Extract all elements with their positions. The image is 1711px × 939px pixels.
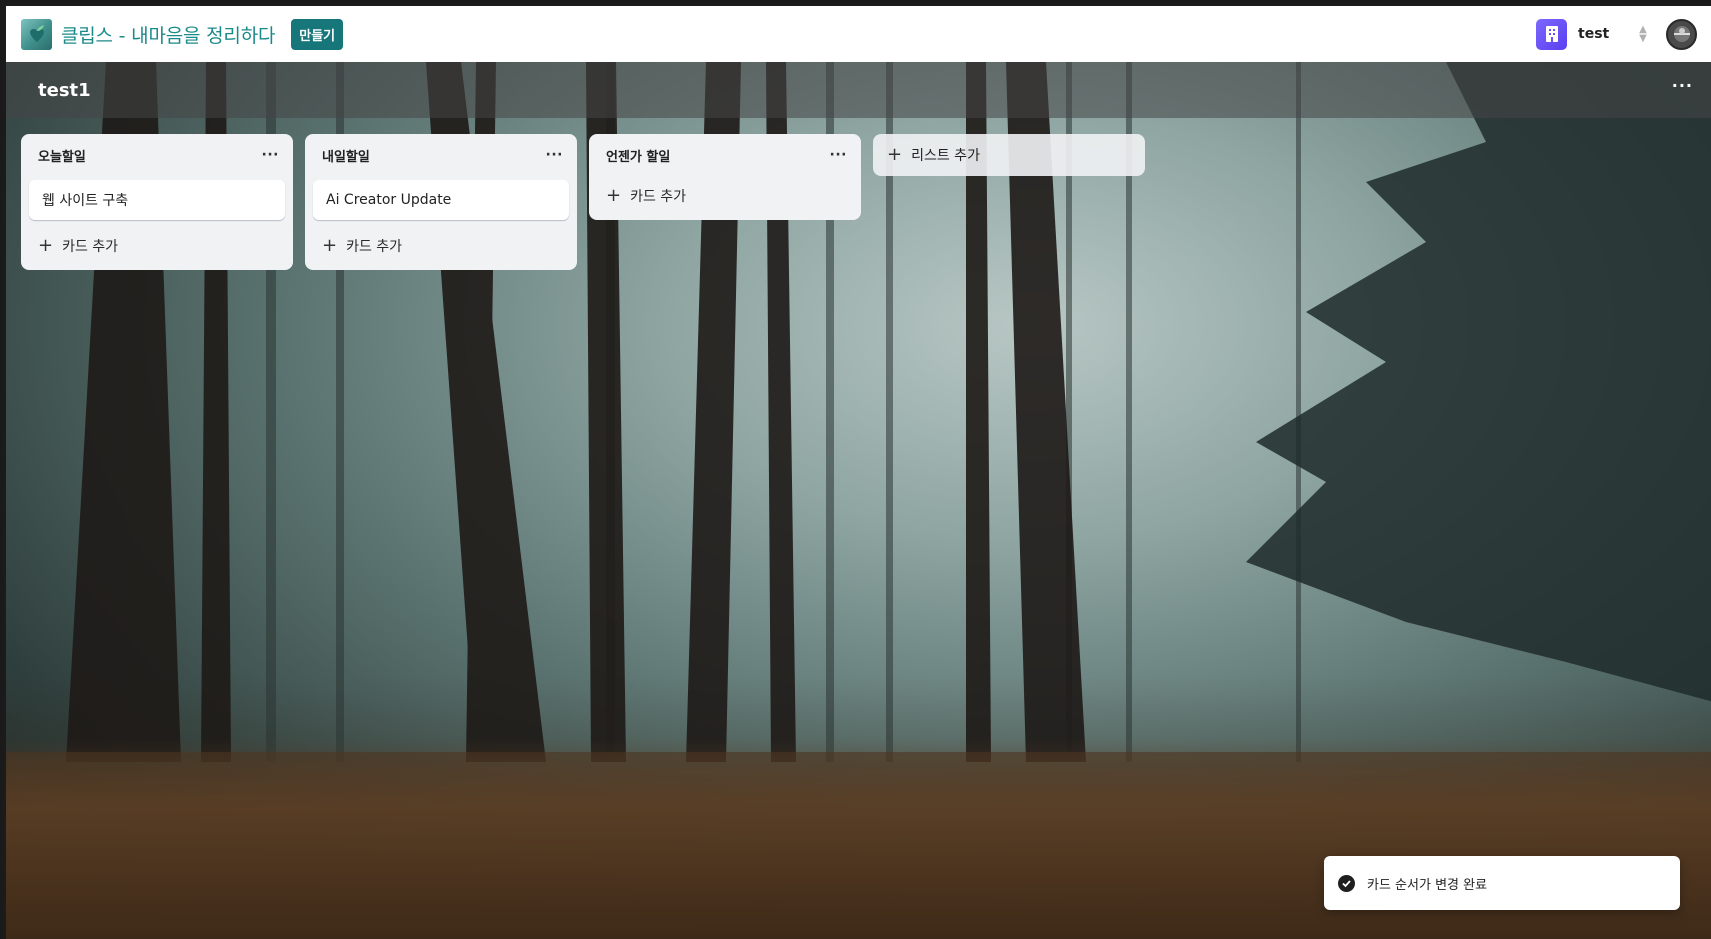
- board-title[interactable]: test1: [38, 80, 91, 101]
- add-card-label: 카드 추가: [346, 239, 403, 255]
- board-header: test1 ···: [6, 62, 1711, 118]
- list-header: 내일할일 ···: [305, 134, 577, 176]
- user-avatar-icon[interactable]: [1666, 18, 1697, 50]
- lists-container: 오늘할일 ··· 웹 사이트 구축 + 카드 추가 내일할일 ··· Ai Cr…: [21, 134, 1145, 270]
- toast-message: 카드 순서가 변경 완료: [1367, 877, 1488, 893]
- app-window: 클립스 - 내마음을 정리하다 만들기 test ▲ ▼ test1 ··· 오…: [0, 0, 1711, 939]
- list-column[interactable]: 내일할일 ··· Ai Creator Update + 카드 추가: [305, 134, 577, 270]
- plus-icon: +: [322, 235, 338, 256]
- add-card-button[interactable]: + 카드 추가: [305, 226, 577, 266]
- add-card-label: 카드 추가: [630, 189, 687, 205]
- plus-icon: +: [887, 144, 903, 165]
- card[interactable]: 웹 사이트 구축: [29, 180, 285, 220]
- list-menu-button[interactable]: ···: [262, 147, 279, 163]
- card[interactable]: Ai Creator Update: [313, 180, 569, 220]
- add-card-label: 카드 추가: [62, 239, 119, 255]
- workspace-name[interactable]: test: [1578, 26, 1636, 42]
- list-header: 언젠가 할일 ···: [589, 134, 861, 176]
- account-area: test ▲ ▼: [1536, 17, 1697, 51]
- toast-notification: 카드 순서가 변경 완료: [1324, 856, 1680, 910]
- app-title[interactable]: 클립스 - 내마음을 정리하다: [61, 21, 275, 48]
- list-menu-button[interactable]: ···: [546, 147, 563, 163]
- add-list-label: 리스트 추가: [911, 148, 980, 164]
- board-menu-button[interactable]: ···: [1672, 78, 1693, 94]
- create-button[interactable]: 만들기: [291, 18, 344, 50]
- heart-leaf-logo-icon[interactable]: [21, 18, 52, 50]
- plus-icon: +: [38, 235, 54, 256]
- board-canvas: test1 ··· 오늘할일 ··· 웹 사이트 구축 + 카드 추가 내일할일…: [6, 62, 1711, 939]
- list-column[interactable]: 언젠가 할일 ··· + 카드 추가: [589, 134, 861, 220]
- add-card-button[interactable]: + 카드 추가: [21, 226, 293, 266]
- list-menu-button[interactable]: ···: [830, 147, 847, 163]
- add-card-button[interactable]: + 카드 추가: [589, 176, 861, 216]
- add-list-button[interactable]: + 리스트 추가: [873, 134, 1145, 176]
- building-icon[interactable]: [1536, 18, 1567, 50]
- list-title[interactable]: 언젠가 할일: [606, 146, 670, 165]
- check-circle-icon: [1338, 874, 1355, 892]
- list-title[interactable]: 오늘할일: [38, 146, 86, 165]
- chevron-up-down-icon[interactable]: ▲ ▼: [1636, 25, 1650, 44]
- list-title[interactable]: 내일할일: [322, 146, 370, 165]
- plus-icon: +: [606, 185, 622, 206]
- top-nav: 클립스 - 내마음을 정리하다 만들기 test ▲ ▼: [6, 6, 1711, 62]
- list-header: 오늘할일 ···: [21, 134, 293, 176]
- list-column[interactable]: 오늘할일 ··· 웹 사이트 구축 + 카드 추가: [21, 134, 293, 270]
